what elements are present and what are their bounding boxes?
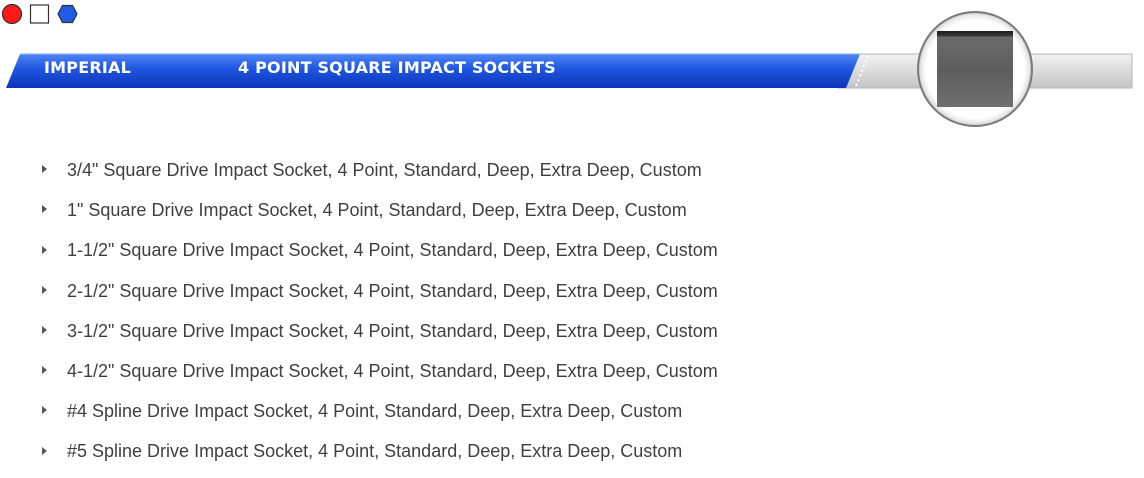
arrow-bullet-icon (42, 366, 47, 375)
list-item[interactable]: #5 Spline Drive Impact Socket, 4 Point, … (42, 431, 718, 471)
arrow-bullet-icon (42, 285, 47, 294)
list-item[interactable]: 3-1/2" Square Drive Impact Socket, 4 Poi… (42, 311, 718, 351)
arrow-bullet-icon (42, 245, 47, 254)
red-circle-icon (1, 3, 23, 25)
product-link[interactable]: #4 Spline Drive Impact Socket, 4 Point, … (67, 401, 682, 421)
list-item[interactable]: 2-1/2" Square Drive Impact Socket, 4 Poi… (42, 271, 718, 311)
list-item[interactable]: #4 Spline Drive Impact Socket, 4 Point, … (42, 391, 718, 431)
product-link[interactable]: 2-1/2" Square Drive Impact Socket, 4 Poi… (67, 281, 718, 301)
category-title: IMPERIAL (44, 58, 131, 77)
list-item[interactable]: 4-1/2" Square Drive Impact Socket, 4 Poi… (42, 351, 718, 391)
product-link[interactable]: 3-1/2" Square Drive Impact Socket, 4 Poi… (67, 321, 718, 341)
arrow-bullet-icon (42, 326, 47, 334)
arrow-bullet-icon (42, 446, 47, 455)
shape-legend (1, 3, 78, 25)
arrow-bullet-icon (42, 165, 47, 174)
white-square-icon (29, 4, 50, 24)
list-item[interactable]: 3/4" Square Drive Impact Socket, 4 Point… (42, 150, 718, 190)
list-item[interactable]: 1" Square Drive Impact Socket, 4 Point, … (42, 190, 718, 230)
product-link[interactable]: 1" Square Drive Impact Socket, 4 Point, … (67, 200, 687, 220)
product-list: 3/4" Square Drive Impact Socket, 4 Point… (42, 150, 718, 472)
product-link[interactable]: 3/4" Square Drive Impact Socket, 4 Point… (67, 160, 702, 180)
header-banner: IMPERIAL 4 POINT SQUARE IMPACT SOCKETS (0, 0, 1144, 140)
product-link[interactable]: 1-1/2" Square Drive Impact Socket, 4 Poi… (67, 240, 718, 260)
arrow-bullet-icon (42, 406, 47, 415)
product-group-title: 4 POINT SQUARE IMPACT SOCKETS (238, 58, 556, 77)
product-link[interactable]: 4-1/2" Square Drive Impact Socket, 4 Poi… (67, 361, 718, 381)
product-thumbnail (937, 31, 1013, 107)
product-link[interactable]: #5 Spline Drive Impact Socket, 4 Point, … (67, 441, 682, 461)
blue-hexagon-icon (57, 4, 78, 24)
arrow-bullet-icon (42, 205, 47, 214)
list-item[interactable]: 1-1/2" Square Drive Impact Socket, 4 Poi… (42, 230, 718, 270)
